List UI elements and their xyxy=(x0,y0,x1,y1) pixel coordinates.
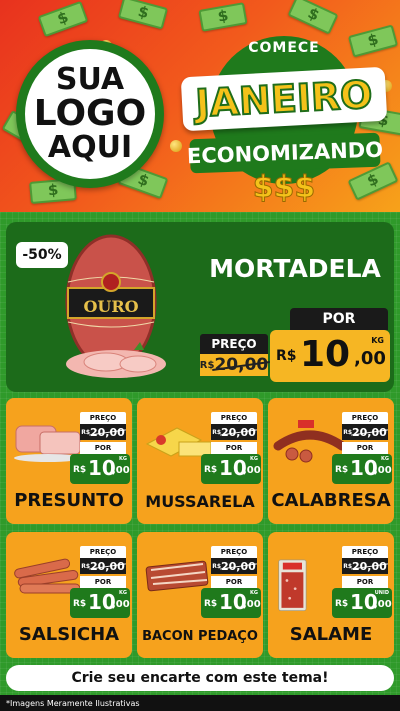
new-price-unit: KG xyxy=(119,456,127,462)
old-price-value: 20,00 xyxy=(90,559,125,573)
new-price-decimal: ,00 xyxy=(112,599,130,610)
product-card-presunto[interactable]: PREÇO R$ 20,00 POR R$ 10 ,00 KG PRESUNTO xyxy=(6,398,132,524)
old-price-strike: 20,00 xyxy=(214,355,268,375)
new-price-box: R$ 10 ,00 KG xyxy=(332,454,392,484)
product-name: BACON PEDAÇO xyxy=(142,629,258,644)
old-price-value: 20,00 xyxy=(221,559,256,573)
old-price-box: R$ 20,00 xyxy=(200,354,268,376)
old-price-value: 20,00 xyxy=(221,425,256,439)
old-price-label: PREÇO xyxy=(342,412,388,424)
campaign-main-plate: JANEIRO xyxy=(180,66,388,132)
logo-line-3: AQUI xyxy=(47,130,133,165)
old-price-label: PREÇO xyxy=(342,546,388,558)
new-price-currency: R$ xyxy=(335,599,349,609)
new-price-integer: 10 xyxy=(300,334,351,375)
new-price-decimal: ,00 xyxy=(354,348,386,369)
old-price-label: PREÇO xyxy=(211,412,257,424)
product-name: SALSICHA xyxy=(18,624,120,645)
old-price-value: 20,00 xyxy=(352,559,387,573)
old-price-box: R$ 20,00 xyxy=(211,558,257,574)
old-price-value: 20,00 xyxy=(214,355,269,375)
campaign-sub-text: ECONOMIZANDO xyxy=(186,137,384,169)
new-price-unit: KG xyxy=(381,456,389,462)
mortadela-image: OURO xyxy=(65,234,166,378)
new-price-box: R$ 10 ,00 KG xyxy=(201,588,261,618)
new-price-currency: R$ xyxy=(276,348,297,364)
product-card-calabresa[interactable]: PREÇO R$ 20,00 POR R$ 10 ,00 KG CALABRESA xyxy=(268,398,394,524)
product-name: PRESUNTO xyxy=(14,490,124,511)
old-price-box: R$ 20,00 xyxy=(211,424,257,440)
product-card-bacon[interactable]: PREÇO R$ 20,00 POR R$ 10 ,00 KG BACON PED… xyxy=(137,532,263,658)
campaign-money-text: $$$ xyxy=(252,170,316,206)
logo-line-1: SUA xyxy=(55,62,125,97)
new-price-unit: KG xyxy=(250,456,258,462)
new-price-box: R$ 10 ,00 UNID xyxy=(332,588,392,618)
new-price-unit: KG xyxy=(250,590,258,596)
new-price-label: POR xyxy=(211,576,257,588)
campaign-main-text: JANEIRO xyxy=(193,71,374,126)
old-price-label: PREÇO xyxy=(80,546,126,558)
discount-badge: -50% xyxy=(16,242,68,268)
new-price-label: POR xyxy=(80,576,126,588)
new-price-label: POR xyxy=(290,308,388,330)
new-price-label: POR xyxy=(211,442,257,454)
campaign-top-text: COMECE xyxy=(248,40,320,56)
featured-product-name: MORTADELA xyxy=(209,254,381,283)
new-price-label: POR xyxy=(342,442,388,454)
product-name: CALABRESA xyxy=(271,490,391,511)
new-price-decimal: ,00 xyxy=(243,599,261,610)
old-price-value: 20,00 xyxy=(90,425,125,439)
old-price-label: PREÇO xyxy=(211,546,257,558)
money-bill-icon xyxy=(37,0,89,38)
salame-image xyxy=(278,559,307,611)
product-card-salame[interactable]: PREÇO R$ 20,00 POR R$ 10 ,00 UNID SALAME xyxy=(268,532,394,658)
new-price-unit: KG xyxy=(119,590,127,596)
old-price-box: R$ 20,00 xyxy=(80,424,126,440)
new-price-box: R$ 10 ,00 KG xyxy=(201,454,261,484)
campaign-badge: COMECE JANEIRO ECONOMIZANDO $$$ xyxy=(176,18,392,210)
logo-line-2: LOGO xyxy=(33,93,147,134)
disclaimer-text: *Imagens Meramente Ilustrativas xyxy=(0,695,400,711)
brand-label: OURO xyxy=(83,297,138,316)
new-price-box: R$ 10 ,00 KG xyxy=(70,454,130,484)
money-bill-icon xyxy=(117,0,169,30)
product-name: SALAME xyxy=(289,624,373,645)
old-price-box: R$ 20,00 xyxy=(342,424,388,440)
new-price-box: R$ 10 ,00 KG xyxy=(70,588,130,618)
campaign-sub-plate: ECONOMIZANDO xyxy=(187,132,383,174)
new-price-decimal: ,00 xyxy=(374,599,392,610)
new-price-unit: UNID xyxy=(374,590,389,596)
new-price-unit: KG xyxy=(371,336,384,345)
create-flyer-button[interactable]: Crie seu encarte com este tema! xyxy=(6,665,394,691)
old-price-value: 20,00 xyxy=(352,425,387,439)
header-banner: SUA LOGO AQUI COMECE JANEIRO ECONOMIZAND… xyxy=(0,0,400,212)
product-card-mussarela[interactable]: PREÇO R$ 20,00 POR R$ 10 ,00 KG MUSSARELA xyxy=(137,398,263,524)
logo-placeholder: SUA LOGO AQUI xyxy=(16,40,164,188)
new-price-currency: R$ xyxy=(335,465,349,475)
old-price-label: PREÇO xyxy=(200,334,268,354)
new-price-currency: R$ xyxy=(204,465,218,475)
old-price-box: R$ 20,00 xyxy=(342,558,388,574)
new-price-box: R$ 10 ,00 KG xyxy=(270,330,390,382)
new-price-label: POR xyxy=(342,576,388,588)
featured-product-card[interactable]: OURO -50% MORTADELA PREÇO R$ 20,00 POR R… xyxy=(6,222,394,392)
product-card-salsicha[interactable]: PREÇO R$ 20,00 POR R$ 10 ,00 KG SALSICHA xyxy=(6,532,132,658)
new-price-currency: R$ xyxy=(73,599,87,609)
product-name: MUSSARELA xyxy=(145,492,255,511)
old-price-box: R$ 20,00 xyxy=(80,558,126,574)
new-price-decimal: ,00 xyxy=(374,465,392,476)
new-price-decimal: ,00 xyxy=(243,465,261,476)
old-price-label: PREÇO xyxy=(80,412,126,424)
new-price-decimal: ,00 xyxy=(112,465,130,476)
new-price-label: POR xyxy=(80,442,126,454)
new-price-currency: R$ xyxy=(73,465,87,475)
new-price-currency: R$ xyxy=(204,599,218,609)
